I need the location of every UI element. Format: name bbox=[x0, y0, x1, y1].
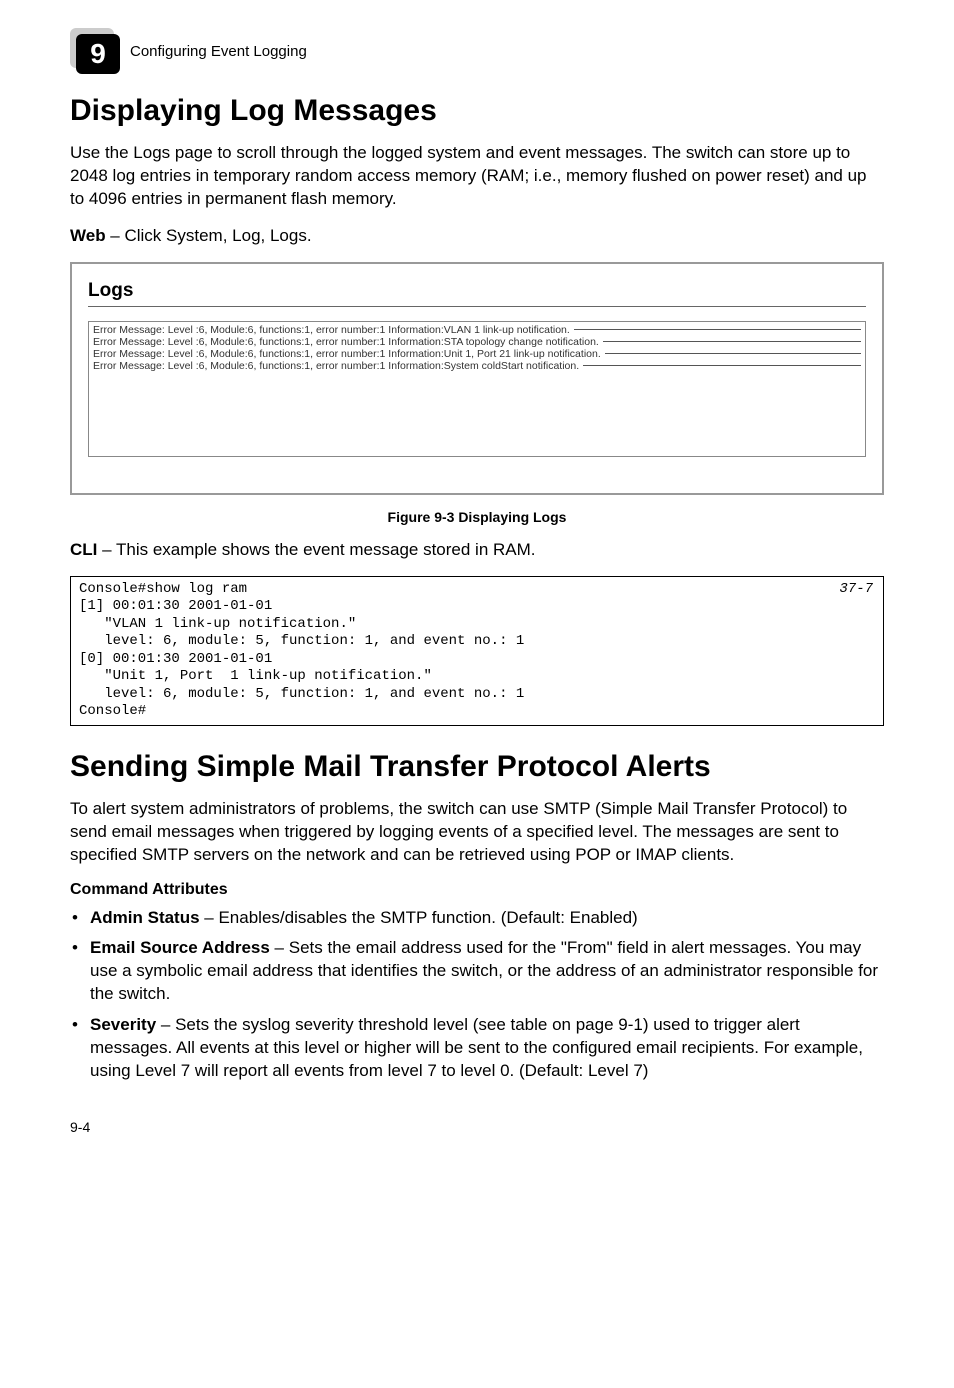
list-item: Email Source Address – Sets the email ad… bbox=[70, 937, 884, 1006]
section-title: Displaying Log Messages bbox=[70, 94, 884, 128]
web-lead: Web bbox=[70, 226, 106, 245]
cli-code-block: 37-7 Console#show log ram [1] 00:01:30 20… bbox=[70, 576, 884, 726]
code-line: level: 6, module: 5, function: 1, and ev… bbox=[79, 686, 524, 702]
chapter-number: 9 bbox=[90, 38, 106, 70]
code-page-ref: 37-7 bbox=[839, 581, 873, 599]
bullet-lead: Severity bbox=[90, 1015, 156, 1034]
code-line: Console#show log ram bbox=[79, 581, 247, 597]
web-instruction: Web – Click System, Log, Logs. bbox=[70, 225, 884, 248]
bullet-lead: Admin Status bbox=[90, 908, 200, 927]
code-line: Console# bbox=[79, 703, 146, 719]
cli-rest: – This example shows the event message s… bbox=[97, 540, 535, 559]
command-attributes-heading: Command Attributes bbox=[70, 881, 884, 899]
log-line: Error Message: Level :6, Module:6, funct… bbox=[93, 360, 861, 372]
chapter-number-badge: 9 bbox=[76, 34, 120, 74]
logs-panel-title: Logs bbox=[88, 280, 866, 302]
bullet-rest: – Sets the syslog severity threshold lev… bbox=[90, 1015, 863, 1080]
logs-textarea[interactable]: Error Message: Level :6, Module:6, funct… bbox=[88, 321, 866, 457]
code-line: "Unit 1, Port 1 link-up notification." bbox=[79, 668, 432, 684]
log-line: Error Message: Level :6, Module:6, funct… bbox=[93, 324, 861, 336]
cli-instruction: CLI – This example shows the event messa… bbox=[70, 539, 884, 562]
list-item: Admin Status – Enables/disables the SMTP… bbox=[70, 907, 884, 930]
log-line: Error Message: Level :6, Module:6, funct… bbox=[93, 336, 861, 348]
code-line: "VLAN 1 link-up notification." bbox=[79, 616, 356, 632]
bullet-lead: Email Source Address bbox=[90, 938, 270, 957]
code-line: [0] 00:01:30 2001-01-01 bbox=[79, 651, 272, 667]
code-line: level: 6, module: 5, function: 1, and ev… bbox=[79, 633, 524, 649]
command-attributes-list: Admin Status – Enables/disables the SMTP… bbox=[70, 907, 884, 1084]
chapter-header: 9 Configuring Event Logging bbox=[70, 28, 884, 74]
section2-para1: To alert system administrators of proble… bbox=[70, 798, 884, 867]
log-line: Error Message: Level :6, Module:6, funct… bbox=[93, 348, 861, 360]
page-number: 9-4 bbox=[70, 1119, 884, 1135]
logs-screenshot: Logs Error Message: Level :6, Module:6, … bbox=[70, 262, 884, 495]
list-item: Severity – Sets the syslog severity thre… bbox=[70, 1014, 884, 1083]
bullet-rest: – Enables/disables the SMTP function. (D… bbox=[200, 908, 638, 927]
code-line: [1] 00:01:30 2001-01-01 bbox=[79, 598, 272, 614]
chapter-label: Configuring Event Logging bbox=[130, 43, 307, 60]
cli-lead: CLI bbox=[70, 540, 97, 559]
section2-title: Sending Simple Mail Transfer Protocol Al… bbox=[70, 750, 884, 784]
section1-para1: Use the Logs page to scroll through the … bbox=[70, 142, 884, 211]
figure-caption: Figure 9-3 Displaying Logs bbox=[70, 509, 884, 525]
logs-divider bbox=[88, 306, 866, 307]
web-rest: – Click System, Log, Logs. bbox=[106, 226, 312, 245]
